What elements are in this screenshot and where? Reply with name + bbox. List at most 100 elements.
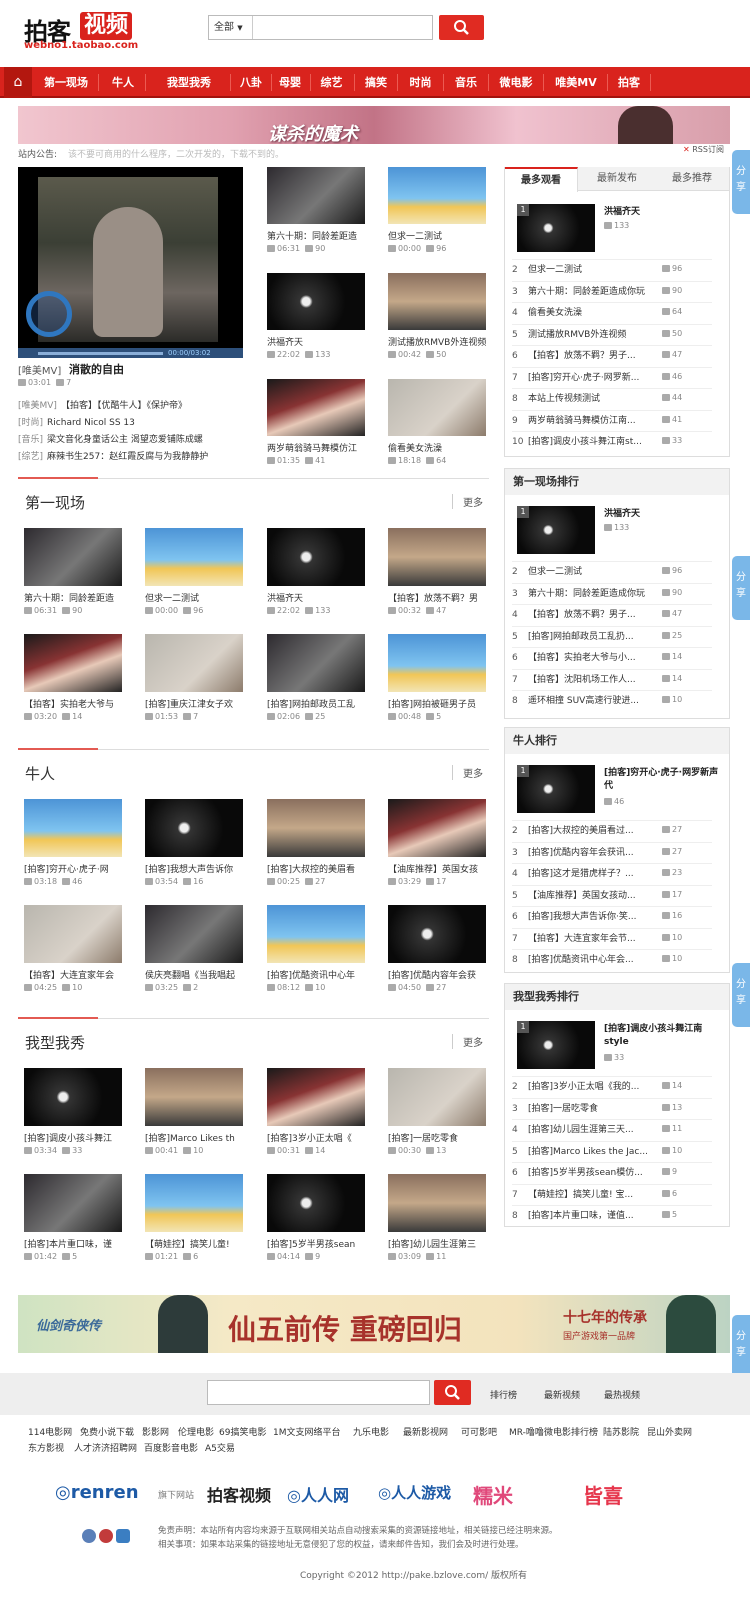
- logo-sub[interactable]: 视频: [80, 12, 133, 40]
- video-card-thumbnail[interactable]: [388, 799, 486, 857]
- video-card-thumbnail[interactable]: [388, 905, 486, 963]
- video-card-thumbnail[interactable]: [267, 273, 365, 330]
- video-card-thumbnail[interactable]: [24, 905, 122, 963]
- tab-most-viewed[interactable]: 最多观看: [505, 167, 578, 192]
- video-card-title[interactable]: [拍客]5岁半男孩sean: [267, 1237, 365, 1250]
- search-input[interactable]: 全部 ▼: [208, 15, 433, 40]
- player-controls[interactable]: 00:00/03:02: [18, 348, 243, 358]
- video-card-title[interactable]: 【萌娃控】搞笑儿童!: [145, 1237, 243, 1250]
- video-card-thumbnail[interactable]: [145, 905, 243, 963]
- video-card-thumbnail[interactable]: [388, 167, 486, 224]
- video-card-title[interactable]: 两岁萌翁骑马舞模仿江: [267, 441, 365, 454]
- top-ad-banner[interactable]: 谋杀的魔术: [18, 106, 730, 144]
- nav-item-1[interactable]: 牛人: [101, 67, 145, 98]
- tab-most-recommended[interactable]: 最多推荐: [655, 167, 729, 191]
- video-card-title[interactable]: [拍客]本片重口味，谨: [24, 1237, 122, 1250]
- video-card-title[interactable]: 第六十期：同龄差距造: [267, 229, 365, 242]
- featured-list-item[interactable]: [综艺] 麻辣书生257：赵红霞反腐与为我静静护: [18, 449, 208, 462]
- video-card-title[interactable]: 偷看美女洗澡: [388, 441, 486, 454]
- search-category-select[interactable]: 全部 ▼: [209, 16, 253, 39]
- video-card-thumbnail[interactable]: [267, 1068, 365, 1126]
- video-card-title[interactable]: 测试播放RMVB外连视频: [388, 335, 486, 348]
- footer-link-rank[interactable]: 排行榜: [490, 1388, 517, 1401]
- video-card-title[interactable]: [拍客]优酷资讯中心年: [267, 968, 365, 981]
- video-card-thumbnail[interactable]: [388, 528, 486, 586]
- rank-top-title[interactable]: 洪福齐天: [604, 508, 719, 521]
- video-card-title[interactable]: 第六十期：同龄差距造: [24, 591, 122, 604]
- video-card-title[interactable]: [拍客]调皮小孩斗舞江: [24, 1131, 122, 1144]
- friend-link[interactable]: 1M文支网络平台: [273, 1425, 341, 1438]
- video-card-title[interactable]: [拍客]Marco Likes th: [145, 1131, 243, 1144]
- video-card-title[interactable]: 但求一二测试: [388, 229, 486, 242]
- nav-item-8[interactable]: 音乐: [444, 67, 488, 98]
- video-card-title[interactable]: [拍客]一居吃零食: [388, 1131, 486, 1144]
- footer-link-hottest[interactable]: 最热视频: [604, 1388, 640, 1401]
- share-button[interactable]: 分享: [732, 963, 750, 1027]
- share-button[interactable]: 分享: [732, 150, 750, 214]
- nav-item-3[interactable]: 八卦: [231, 67, 271, 98]
- section-more-link[interactable]: 更多: [452, 494, 483, 509]
- video-card-title[interactable]: [拍客]3岁小正太唱《: [267, 1131, 365, 1144]
- nav-item-6[interactable]: 搞笑: [355, 67, 397, 98]
- friend-link[interactable]: 昆山外卖网: [647, 1425, 692, 1438]
- video-card-title[interactable]: [拍客]穷开心·虎子·网: [24, 862, 122, 875]
- friend-link[interactable]: 九乐电影: [353, 1425, 389, 1438]
- video-card-thumbnail[interactable]: [24, 1174, 122, 1232]
- footer-link-newest[interactable]: 最新视频: [544, 1388, 580, 1401]
- video-card-thumbnail[interactable]: [145, 634, 243, 692]
- video-card-thumbnail[interactable]: [267, 1174, 365, 1232]
- friend-link[interactable]: A5交易: [205, 1441, 235, 1454]
- friend-link[interactable]: 影影网: [142, 1425, 169, 1438]
- video-card-thumbnail[interactable]: [267, 528, 365, 586]
- video-card-thumbnail[interactable]: [267, 379, 365, 436]
- video-card-thumbnail[interactable]: [267, 799, 365, 857]
- rss-link[interactable]: ✕ RSS订阅: [683, 144, 724, 155]
- video-card-thumbnail[interactable]: [388, 1068, 486, 1126]
- video-card-title[interactable]: [拍客]幼儿园生涯第三: [388, 1237, 486, 1250]
- video-card-title[interactable]: [拍客]网拍被砸男子员: [388, 697, 486, 710]
- footer-search-input[interactable]: [207, 1380, 430, 1405]
- video-card-thumbnail[interactable]: [145, 1174, 243, 1232]
- video-card-thumbnail[interactable]: [388, 634, 486, 692]
- rank-row[interactable]: 6 [拍客]5岁半男孩sean模仿...: [512, 1166, 712, 1180]
- video-card-title[interactable]: [拍客]大叔控的美眉看: [267, 862, 365, 875]
- nav-item-9[interactable]: 微电影: [489, 67, 543, 98]
- tab-newest[interactable]: 最新发布: [582, 167, 652, 191]
- nav-item-4[interactable]: 母婴: [270, 67, 310, 98]
- video-card-thumbnail[interactable]: [24, 1068, 122, 1126]
- friend-link[interactable]: 最新影视网: [403, 1425, 448, 1438]
- friend-link[interactable]: MR-噜噜: [509, 1425, 544, 1438]
- video-card-title[interactable]: [拍客]我想大声告诉你: [145, 862, 243, 875]
- video-card-title[interactable]: 【拍客】放荡不羁？男: [388, 591, 486, 604]
- partner-paike-logo[interactable]: 拍客视频: [207, 1482, 271, 1506]
- friend-link[interactable]: 免费小说下载: [80, 1425, 134, 1438]
- video-card-title[interactable]: 洪福齐天: [267, 591, 365, 604]
- search-button[interactable]: [439, 15, 484, 40]
- video-card-title[interactable]: 【油库推荐】英国女孩: [388, 862, 486, 875]
- video-card-thumbnail[interactable]: [145, 528, 243, 586]
- video-card-thumbnail[interactable]: [267, 634, 365, 692]
- rank-row[interactable]: 7 【萌娃控】搞笑儿童! 宝...: [512, 1188, 712, 1202]
- section-more-link[interactable]: 更多: [452, 1034, 483, 1049]
- home-icon[interactable]: ⌂: [4, 67, 32, 98]
- featured-list-item[interactable]: [音乐] 梁文音化身童话公主 渴望恋爱铺陈成螺: [18, 432, 203, 445]
- nav-item-5[interactable]: 综艺: [309, 67, 354, 98]
- share-button[interactable]: 分享: [732, 556, 750, 620]
- video-card-title[interactable]: 侯庆亮翻唱《当我唱起: [145, 968, 243, 981]
- video-card-thumbnail[interactable]: [267, 167, 365, 224]
- video-card-thumbnail[interactable]: [24, 799, 122, 857]
- friend-link[interactable]: 百度影音电影: [144, 1441, 198, 1454]
- nav-item-10[interactable]: 唯美MV: [545, 67, 607, 98]
- friend-link[interactable]: 人才济济招聘网: [74, 1441, 137, 1454]
- nav-item-11[interactable]: 拍客: [608, 67, 650, 98]
- friend-link[interactable]: 114电影网: [28, 1425, 72, 1438]
- partner-renren-logo[interactable]: ◎renren: [55, 1482, 139, 1503]
- friend-link[interactable]: 可可影吧: [461, 1425, 497, 1438]
- partner-renren-net-logo[interactable]: ◎人人网: [287, 1482, 349, 1506]
- video-card-title[interactable]: 洪福齐天: [267, 335, 365, 348]
- footer-search-button[interactable]: [434, 1380, 471, 1405]
- friend-link[interactable]: 69搞笑电影: [219, 1425, 266, 1438]
- share-button[interactable]: 分享: [732, 1315, 750, 1379]
- video-card-thumbnail[interactable]: [145, 799, 243, 857]
- friend-link[interactable]: 微电影排行榜: [544, 1425, 598, 1438]
